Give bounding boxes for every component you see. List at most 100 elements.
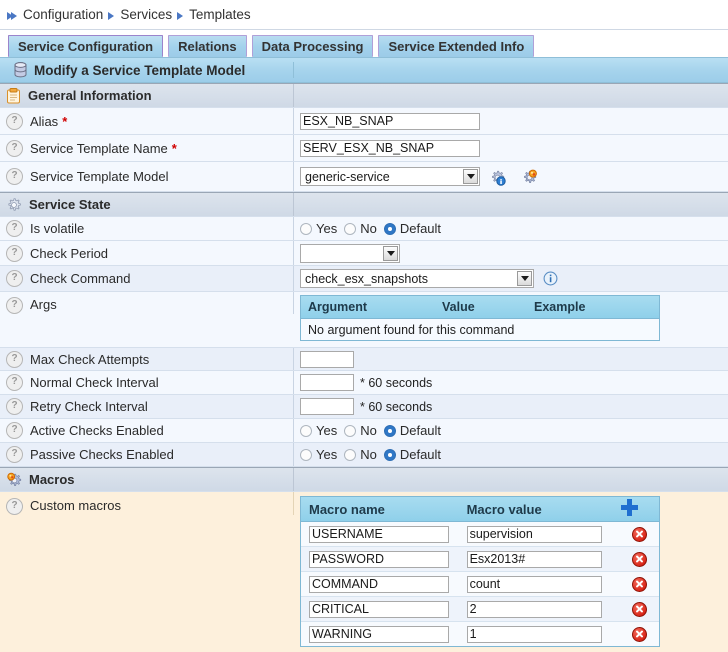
question-icon[interactable]: ? [6,220,23,237]
macro-name-input[interactable] [309,551,449,568]
chevron-down-icon [383,246,398,261]
section-title-macros: Macros [29,472,75,487]
active-checks-option-yes[interactable]: Yes [300,423,337,438]
table-row [301,572,659,597]
macro-name-input[interactable] [309,576,449,593]
passive-checks-option-yes[interactable]: Yes [300,447,337,462]
delete-icon [632,577,647,592]
args-table-empty-row: No argument found for this command [301,319,659,340]
delete-macro-button[interactable] [621,602,659,617]
active-checks-option-default[interactable]: Default [384,423,441,438]
radio-button[interactable] [300,223,312,235]
macro-name-input[interactable] [309,626,449,643]
is-volatile-option-default[interactable]: Default [384,221,441,236]
table-row [301,547,659,572]
delete-macro-button[interactable] [621,577,659,592]
macro-value-input[interactable] [467,626,602,643]
radio-button-selected[interactable] [384,425,396,437]
delete-macro-button[interactable] [621,627,659,642]
form-title-bar: Modify a Service Template Model [0,58,728,83]
radio-button[interactable] [344,425,356,437]
question-icon[interactable]: ? [6,245,23,262]
breadcrumb: Configuration Services Templates [0,0,728,30]
passive-checks-option-no[interactable]: No [344,447,377,462]
radio-button-selected[interactable] [384,223,396,235]
args-table-header: Argument Value Example [301,296,659,319]
breadcrumb-item-configuration[interactable]: Configuration [23,7,103,22]
breadcrumb-item-templates[interactable]: Templates [189,7,251,22]
radio-button[interactable] [344,223,356,235]
passive-checks-option-default[interactable]: Default [384,447,441,462]
retry-check-interval-input[interactable] [300,398,354,415]
macro-value-input[interactable] [467,526,602,543]
question-icon[interactable]: ? [6,446,23,463]
label-passive-checks-enabled: Passive Checks Enabled [30,447,174,462]
radio-button[interactable] [300,449,312,461]
passive-checks-radio-group[interactable]: Yes No Default [300,447,448,462]
section-header-filler [294,193,728,216]
question-icon[interactable]: ? [6,270,23,287]
question-icon[interactable]: ? [6,422,23,439]
section-header-filler [294,84,728,107]
label-service-template-name: Service Template Name [30,141,168,156]
delete-macro-button[interactable] [621,527,659,542]
field-row-custom-macros: ? Custom macros Macro name Macro value [0,492,728,652]
field-row-check-command: ? Check Command check_esx_snapshots [0,266,728,292]
macro-name-input[interactable] [309,601,449,618]
label-max-check-attempts: Max Check Attempts [30,352,149,367]
macros-column-value: Macro value [459,502,621,517]
tab-relations[interactable]: Relations [168,35,247,57]
args-empty-message: No argument found for this command [301,323,659,337]
radio-button[interactable] [300,425,312,437]
macro-value-input[interactable] [467,576,602,593]
chevron-down-icon [517,271,532,286]
question-icon[interactable]: ? [6,297,23,314]
is-volatile-option-no[interactable]: No [344,221,377,236]
args-column-argument: Argument [301,300,435,314]
active-checks-option-no[interactable]: No [344,423,377,438]
check-period-select[interactable] [300,244,400,263]
gear-alert-icon[interactable] [521,169,537,185]
is-volatile-option-yes[interactable]: Yes [300,221,337,236]
max-check-attempts-input[interactable] [300,351,354,368]
question-icon[interactable]: ? [6,113,23,130]
question-icon[interactable]: ? [6,168,23,185]
breadcrumb-item-services[interactable]: Services [120,7,172,22]
delete-macro-button[interactable] [621,552,659,567]
question-icon[interactable]: ? [6,498,23,515]
page-title: Modify a Service Template Model [34,63,245,78]
is-volatile-option-no-label: No [360,221,377,236]
active-checks-radio-group[interactable]: Yes No Default [300,423,448,438]
question-icon[interactable]: ? [6,398,23,415]
question-icon[interactable]: ? [6,374,23,391]
check-command-select[interactable]: check_esx_snapshots [300,269,534,288]
field-row-args: ? Args Argument Value Example No argumen… [0,292,728,348]
active-checks-option-yes-label: Yes [316,423,337,438]
tab-service-configuration[interactable]: Service Configuration [8,35,163,57]
is-volatile-option-yes-label: Yes [316,221,337,236]
service-template-name-input[interactable] [300,140,480,157]
radio-button-selected[interactable] [384,449,396,461]
question-icon[interactable]: ? [6,140,23,157]
alias-input[interactable] [300,113,480,130]
service-template-model-select[interactable]: generic-service [300,167,480,186]
chevron-right-icon [108,12,114,20]
macro-value-input[interactable] [467,551,602,568]
field-row-service-template-model: ? Service Template Model generic-service [0,162,728,192]
macro-value-input[interactable] [467,601,602,618]
gear-info-icon[interactable] [489,169,505,185]
macro-name-input[interactable] [309,526,449,543]
radio-button[interactable] [344,449,356,461]
tab-data-processing[interactable]: Data Processing [252,35,374,57]
add-macro-button[interactable] [621,499,659,519]
is-volatile-option-default-label: Default [400,221,441,236]
is-volatile-radio-group[interactable]: Yes No Default [300,221,448,236]
args-column-value: Value [435,300,527,314]
normal-check-interval-input[interactable] [300,374,354,391]
macros-table: Macro name Macro value [300,496,660,647]
info-circle-icon[interactable] [543,271,558,286]
field-row-max-check-attempts: ? Max Check Attempts [0,348,728,371]
label-args: Args [30,297,57,312]
question-icon[interactable]: ? [6,351,23,368]
tab-service-extended-info[interactable]: Service Extended Info [378,35,534,57]
